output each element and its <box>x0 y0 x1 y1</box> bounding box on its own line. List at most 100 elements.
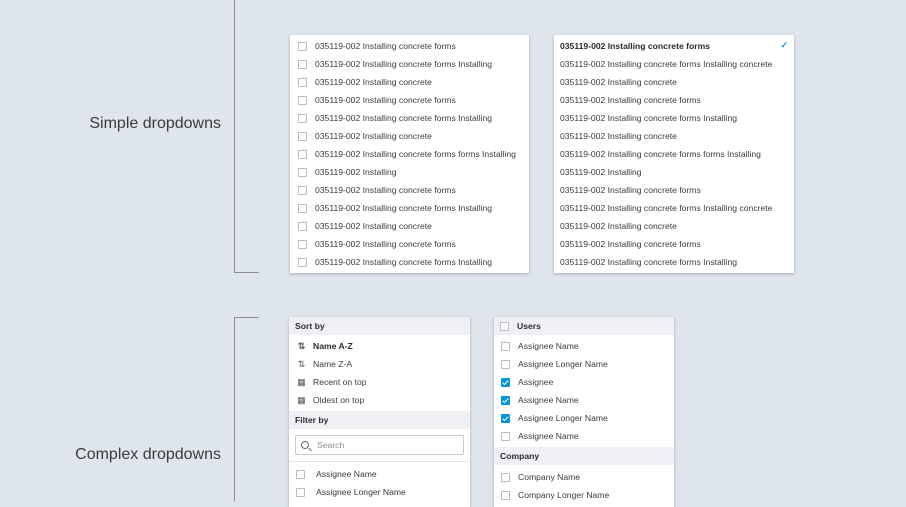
user-item-label: Assignee Name <box>518 341 579 351</box>
select-list-item[interactable]: 035119-002 Installing concrete forms Ins… <box>554 109 794 127</box>
checkbox-list-item-label: 035119-002 Installing concrete forms <box>315 185 456 195</box>
checkbox-list-item-label: 035119-002 Installing concrete <box>315 77 432 87</box>
select-list-item[interactable]: 035119-002 Installing concrete forms <box>554 91 794 109</box>
checkbox[interactable] <box>298 185 307 195</box>
user-item[interactable]: Assignee Name <box>494 391 674 409</box>
checkbox[interactable] <box>298 59 307 69</box>
complex-section-bracket <box>234 317 235 501</box>
checkbox-list-item-label: 035119-002 Installing concrete forms Ins… <box>315 59 493 69</box>
company-item-label: Company Longer Name <box>518 490 610 500</box>
select-list-item[interactable]: 035119-002 Installing concrete forms Ins… <box>554 253 794 271</box>
checkbox[interactable] <box>501 359 510 369</box>
filter-item[interactable]: Assignee Longer Name <box>289 483 470 501</box>
users-select-all-checkbox[interactable] <box>500 321 509 331</box>
search-input[interactable]: Search <box>295 435 464 455</box>
sort-option-label: Name Z-A <box>313 359 353 369</box>
user-item-label: Assignee Name <box>518 395 579 405</box>
checkbox[interactable] <box>298 149 307 159</box>
checkbox[interactable] <box>501 341 510 351</box>
checkbox[interactable] <box>501 395 510 405</box>
sort-option[interactable]: ▦ Recent on top <box>289 373 470 391</box>
select-list-item[interactable]: 035119-002 Installing concrete forms ✓ <box>554 37 794 55</box>
checkbox-list-item[interactable]: 035119-002 Installing concrete <box>290 127 529 145</box>
checkbox[interactable] <box>296 487 305 497</box>
checkbox[interactable] <box>298 113 307 123</box>
user-item[interactable]: Assignee Name <box>494 427 674 445</box>
select-list-item[interactable]: 035119-002 Installing concrete forms Ins… <box>554 55 794 73</box>
checkbox[interactable] <box>501 472 510 482</box>
sort-option[interactable]: ⇅ Name A-Z <box>289 337 470 355</box>
select-list-item[interactable]: 035119-002 Installing concrete <box>554 73 794 91</box>
users-list: Assignee Name Assignee Longer Name Assigne… <box>494 335 674 445</box>
checkbox-list-item[interactable]: 035119-002 Installing <box>290 163 529 181</box>
select-list-item[interactable]: 035119-002 Installing concrete <box>554 217 794 235</box>
checkbox-list-item-label: 035119-002 Installing concrete forms Ins… <box>315 257 493 267</box>
user-item[interactable]: Assignee <box>494 373 674 391</box>
user-item-label: Assignee <box>518 377 554 387</box>
checkbox-list-item[interactable]: 035119-002 Installing concrete forms <box>290 37 529 55</box>
sort-descending-icon: ⇅ <box>297 358 306 369</box>
checkbox-list-item[interactable]: 035119-002 Installing concrete <box>290 217 529 235</box>
user-item[interactable]: Assignee Longer Name <box>494 355 674 373</box>
checkbox-list-item[interactable]: 035119-002 Installing concrete forms Ins… <box>290 55 529 73</box>
checkbox[interactable] <box>298 77 307 87</box>
select-list-item[interactable]: 035119-002 Installing concrete forms <box>554 235 794 253</box>
checkbox-list-item[interactable]: 035119-002 Installing concrete forms Ins… <box>290 199 529 217</box>
checkbox-list-item[interactable]: 035119-002 Installing concrete forms <box>290 235 529 253</box>
checkbox-list-item[interactable]: 035119-002 Installing concrete forms Ins… <box>290 253 529 271</box>
select-list-item-label: 035119-002 Installing concrete forms <box>560 41 710 51</box>
users-group-header[interactable]: Users <box>494 317 674 335</box>
sort-option-label: Recent on top <box>313 377 367 387</box>
company-item[interactable]: Company Name <box>494 468 674 486</box>
sort-filter-dropdown: Sort by ⇅ Name A-Z ⇅ Name Z-A ▦ Recent on top… <box>289 317 470 507</box>
checkbox[interactable] <box>501 490 510 500</box>
filter-by-header: Filter by <box>289 411 470 429</box>
checkbox[interactable] <box>298 203 307 213</box>
complex-dropdowns-label: Complex dropdowns <box>75 446 221 463</box>
simple-section-bracket <box>234 0 235 273</box>
select-list-item[interactable]: 035119-002 Installing <box>554 163 794 181</box>
checkbox-list-item-label: 035119-002 Installing concrete forms for… <box>315 149 516 159</box>
checkbox[interactable] <box>501 377 510 387</box>
company-item[interactable]: Company Longer Name <box>494 486 674 504</box>
checkbox-list-item-label: 035119-002 Installing concrete forms <box>315 41 456 51</box>
sort-ascending-icon: ⇅ <box>297 340 306 351</box>
checkbox[interactable] <box>501 413 510 423</box>
calendar-oldest-icon: ▦ <box>297 394 306 405</box>
checkbox-list-item[interactable]: 035119-002 Installing concrete forms Ins… <box>290 109 529 127</box>
select-list-item-label: 035119-002 Installing concrete <box>560 77 677 87</box>
select-list-item-label: 035119-002 Installing concrete forms Ins… <box>560 257 738 267</box>
checkbox[interactable] <box>298 131 307 141</box>
checkmark-icon: ✓ <box>780 40 788 50</box>
checkbox-list-item[interactable]: 035119-002 Installing concrete <box>290 73 529 91</box>
sort-option[interactable]: ▦ Oldest on top <box>289 391 470 409</box>
checkbox-list-item[interactable]: 035119-002 Installing concrete forms <box>290 91 529 109</box>
checkbox-list-item-label: 035119-002 Installing concrete <box>315 131 432 141</box>
checkbox[interactable] <box>298 41 307 51</box>
sort-option[interactable]: ⇅ Name Z-A <box>289 355 470 373</box>
select-list-item[interactable]: 035119-002 Installing concrete <box>554 127 794 145</box>
sort-option-label: Oldest on top <box>313 395 365 405</box>
simple-checkbox-dropdown: 035119-002 Installing concrete forms 0351… <box>290 35 529 273</box>
checkbox[interactable] <box>298 167 307 177</box>
checkbox[interactable] <box>296 469 305 479</box>
select-list-item[interactable]: 035119-002 Installing concrete forms <box>554 181 794 199</box>
complex-section-bracket-tick <box>234 317 259 318</box>
user-item[interactable]: Assignee Longer Name <box>494 409 674 427</box>
select-list-item[interactable]: 035119-002 Installing concrete forms Ins… <box>554 199 794 217</box>
checkbox[interactable] <box>298 221 307 231</box>
simple-select-dropdown: 035119-002 Installing concrete forms ✓ 035… <box>554 35 794 273</box>
checkbox-list-item-label: 035119-002 Installing concrete forms Ins… <box>315 113 493 123</box>
checkbox-list-item-label: 035119-002 Installing concrete forms Ins… <box>315 203 493 213</box>
checkbox[interactable] <box>298 257 307 267</box>
select-list-item[interactable]: 035119-002 Installing concrete forms for… <box>554 145 794 163</box>
simple-section-bracket-tick <box>234 272 259 273</box>
select-list-item-label: 035119-002 Installing concrete forms Ins… <box>560 113 738 123</box>
checkbox[interactable] <box>501 431 510 441</box>
filter-item[interactable]: Assignee Name <box>289 465 470 483</box>
checkbox-list-item[interactable]: 035119-002 Installing concrete forms for… <box>290 145 529 163</box>
checkbox[interactable] <box>298 95 307 105</box>
checkbox-list-item[interactable]: 035119-002 Installing concrete forms <box>290 181 529 199</box>
checkbox[interactable] <box>298 239 307 249</box>
user-item[interactable]: Assignee Name <box>494 337 674 355</box>
